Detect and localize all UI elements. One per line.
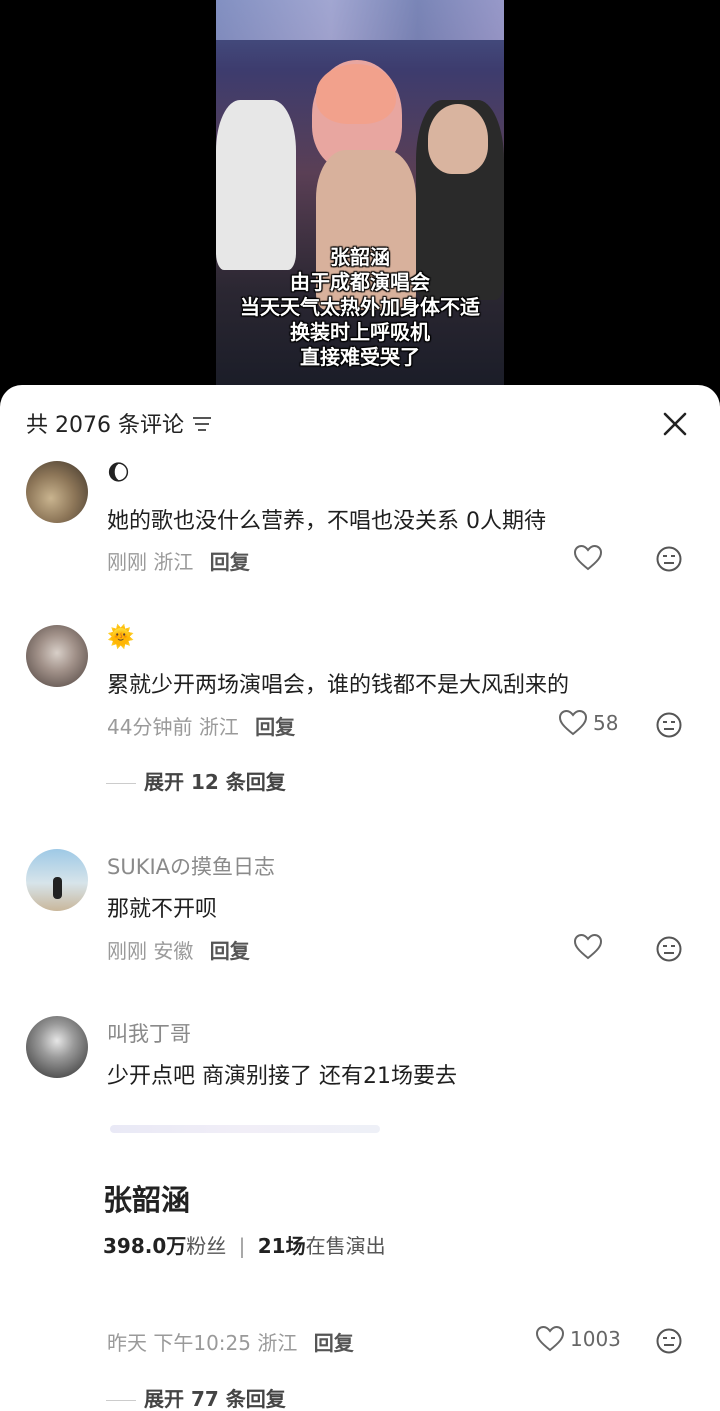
like-count: 58: [593, 711, 619, 735]
comment-meta: 昨天 下午10:25 浙江 回复: [107, 1327, 354, 1356]
comment-item: SUKIAの摸鱼日志 那就不开呗 刚刚 安徽 回复: [0, 849, 720, 989]
subtitle-line-5: 直接难受哭了: [300, 345, 420, 369]
subtitle-line-2: 由于成都演唱会: [290, 270, 430, 294]
comment-meta: 刚刚 浙江 回复: [107, 546, 250, 575]
fans-value: 398.0万: [103, 1234, 187, 1258]
dislike-face-icon[interactable]: [656, 936, 682, 962]
subtitle-line-4: 换装时上呼吸机: [290, 320, 430, 344]
shows-value: 21场: [257, 1234, 306, 1258]
staff-right-face: [428, 104, 488, 174]
subtitle-line-1: 张韶涵: [330, 245, 390, 269]
expand-replies-button[interactable]: 展开 12 条回复: [106, 766, 286, 795]
stage-lights: [216, 0, 504, 40]
divider: [106, 783, 136, 784]
dislike-face-icon[interactable]: [656, 1328, 682, 1354]
artist-card-stats[interactable]: 398.0万粉丝 | 21场在售演出: [103, 1230, 386, 1259]
comment-text: 她的歌也没什么营养，不唱也没关系 0人期待: [107, 509, 546, 534]
avatar[interactable]: [26, 1016, 88, 1078]
stats-divider: |: [238, 1234, 246, 1258]
avatar[interactable]: [26, 849, 88, 911]
comment-item: 🌞 累就少开两场演唱会，谁的钱都不是大风刮来的 44分钟前 浙江 回复 58 展…: [0, 625, 720, 815]
comment-meta: 44分钟前 浙江 回复: [107, 711, 295, 740]
comment-count: 共 2076 条评论: [26, 413, 184, 438]
comment-location: 浙江: [257, 1331, 298, 1355]
comment-item: 🌔 她的歌也没什么营养，不唱也没关系 0人期待 刚刚 浙江 回复: [0, 461, 720, 601]
comment-text: 累就少开两场演唱会，谁的钱都不是大风刮来的: [107, 673, 570, 698]
expand-replies-label: 展开 12 条回复: [144, 770, 286, 794]
username[interactable]: SUKIAの摸鱼日志: [107, 851, 275, 881]
dislike-face-icon[interactable]: [656, 546, 682, 572]
singer-hair: [316, 64, 396, 124]
comment-text: 少开点吧 商演别接了 还有21场要去: [107, 1064, 457, 1089]
like-button[interactable]: [574, 934, 608, 960]
comment-time: 刚刚: [107, 939, 147, 963]
like-button[interactable]: [574, 545, 608, 571]
like-button[interactable]: 58: [559, 710, 618, 736]
username[interactable]: 叫我丁哥: [107, 1018, 191, 1048]
comment-time: 昨天 下午10:25: [107, 1331, 251, 1355]
heart-icon: [559, 710, 587, 736]
artist-card-title[interactable]: 张韶涵: [103, 1177, 190, 1219]
comment-location: 浙江: [153, 550, 194, 574]
comment-time: 44分钟前: [107, 715, 193, 739]
shows-label: 在售演出: [305, 1234, 386, 1258]
like-button[interactable]: 1003: [536, 1326, 621, 1352]
subtitle-line-3: 当天天气太热外加身体不适: [240, 295, 480, 319]
comment-location: 安徽: [153, 939, 194, 963]
close-icon[interactable]: [660, 409, 690, 439]
comment-time: 刚刚: [107, 550, 147, 574]
reply-button[interactable]: 回复: [314, 1331, 354, 1355]
comment-text: 那就不开呗: [107, 897, 218, 922]
blurred-link-strip: [110, 1125, 380, 1133]
username[interactable]: 🌔: [107, 461, 130, 486]
video-player[interactable]: 张韶涵 由于成都演唱会 当天天气太热外加身体不适 换装时上呼吸机 直接难受哭了: [0, 0, 720, 400]
heart-icon: [536, 1326, 564, 1352]
expand-replies-button[interactable]: 展开 77 条回复: [106, 1383, 286, 1411]
filter-lines-icon[interactable]: [192, 416, 212, 432]
comment-sheet-header: 共 2076 条评论: [0, 385, 720, 461]
comment-meta: 刚刚 安徽 回复: [107, 935, 250, 964]
like-count: 1003: [570, 1327, 621, 1351]
expand-replies-label: 展开 77 条回复: [144, 1387, 286, 1411]
fans-label: 粉丝: [186, 1234, 227, 1258]
username[interactable]: 🌞: [107, 625, 134, 650]
heart-icon: [574, 545, 602, 571]
heart-icon: [574, 934, 602, 960]
avatar[interactable]: [26, 461, 88, 523]
avatar[interactable]: [26, 625, 88, 687]
comment-location: 浙江: [198, 715, 239, 739]
comment-sheet: 共 2076 条评论 🌔 她的歌也没什么营养，不唱也没关系 0人期待 刚刚 浙江…: [0, 385, 720, 1411]
reply-button[interactable]: 回复: [210, 550, 250, 574]
dislike-face-icon[interactable]: [656, 712, 682, 738]
reply-button[interactable]: 回复: [210, 939, 250, 963]
divider: [106, 1400, 136, 1401]
reply-button[interactable]: 回复: [255, 715, 295, 739]
